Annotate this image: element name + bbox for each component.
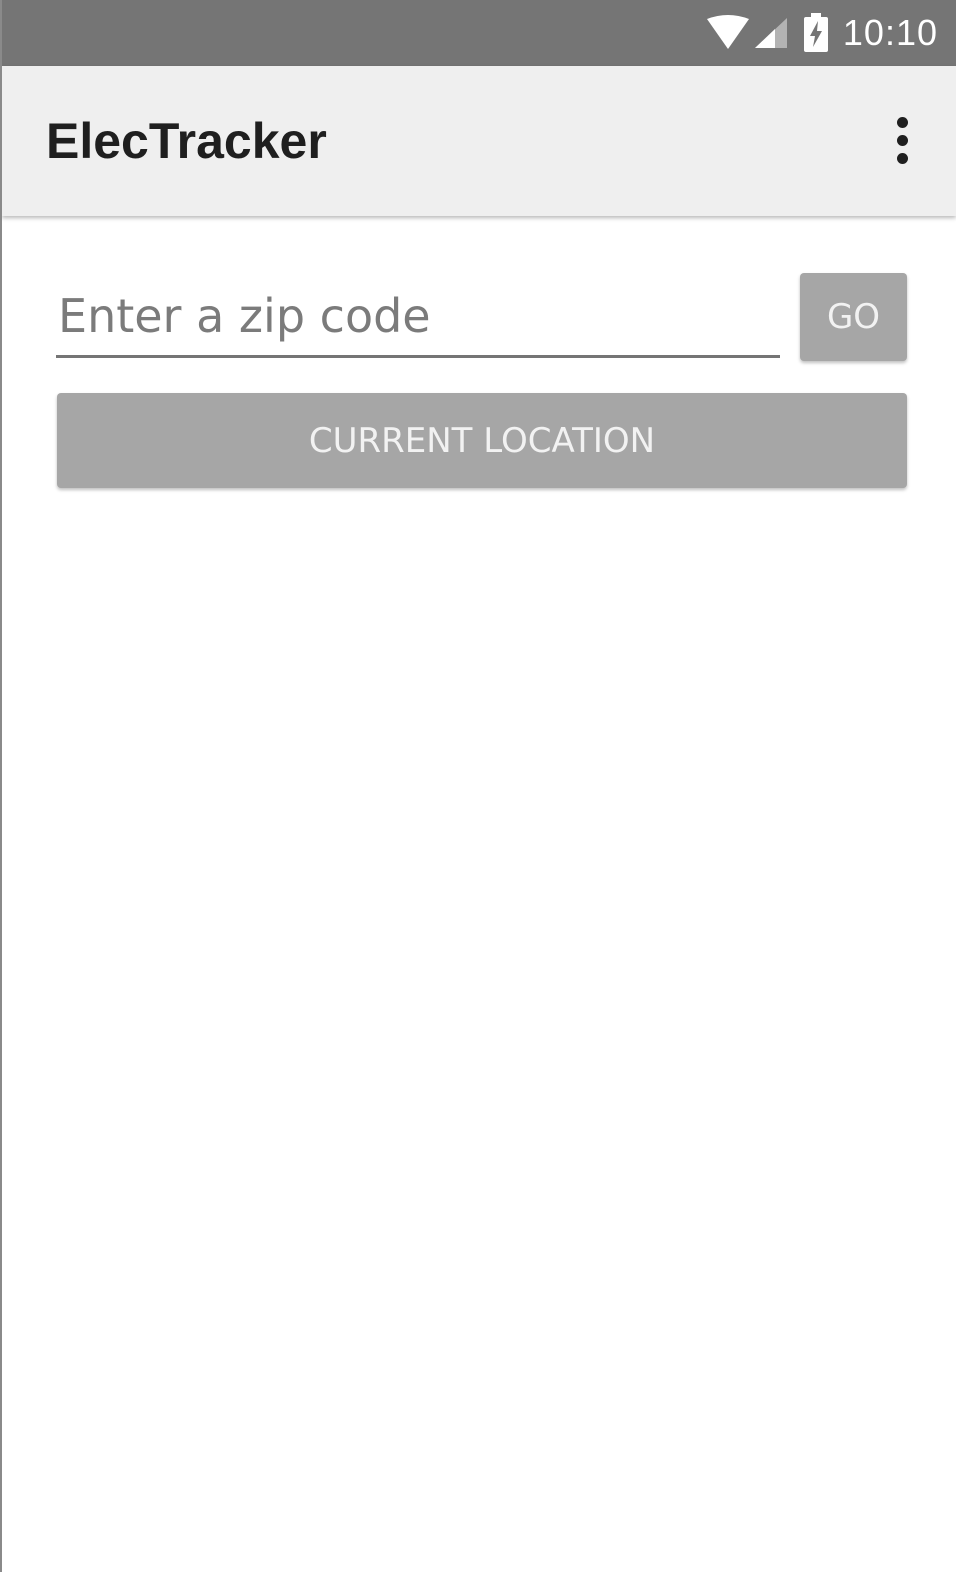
more-vert-icon-dot	[896, 152, 908, 164]
more-vert-icon	[896, 116, 908, 128]
wifi-icon	[705, 15, 751, 51]
zip-code-field	[56, 280, 780, 358]
app-screen: 10:10 ElecTracker GO CURRENT LOCATION	[0, 0, 956, 1572]
battery-charging-icon	[803, 13, 829, 53]
go-button[interactable]: GO	[800, 273, 907, 361]
app-bar: ElecTracker	[2, 66, 956, 216]
status-time: 10:10	[842, 12, 938, 53]
status-bar: 10:10	[2, 0, 956, 66]
cellular-signal-icon	[753, 16, 789, 50]
status-icons: 10:10	[705, 0, 938, 66]
zip-code-input[interactable]	[56, 280, 780, 352]
more-options-button[interactable]	[878, 110, 926, 170]
current-location-button[interactable]: CURRENT LOCATION	[57, 393, 907, 488]
more-vert-icon-dot	[896, 134, 908, 146]
app-title: ElecTracker	[46, 113, 327, 169]
